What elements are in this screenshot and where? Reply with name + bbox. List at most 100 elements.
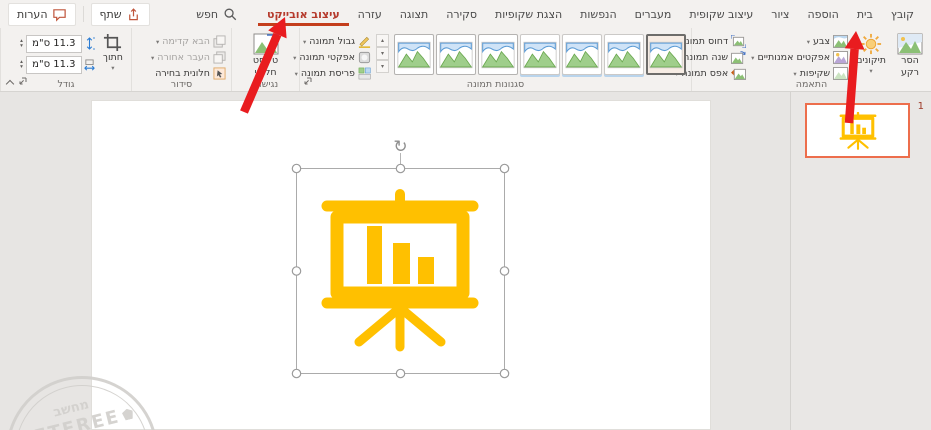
artistic-effects-label: אפקטים אמנותיים <box>757 52 831 63</box>
landscape-style-icon <box>565 41 599 68</box>
search-label: חפש <box>196 7 219 21</box>
width-field: ▴ ▾ <box>19 55 95 74</box>
picture-style-simple-frame[interactable] <box>646 34 686 75</box>
send-backward-icon <box>213 51 226 64</box>
landscape-style-icon <box>481 41 515 68</box>
picture-effects-icon <box>358 51 371 64</box>
picture-border-icon <box>358 36 371 48</box>
tab-view[interactable]: תצוגה <box>391 2 437 26</box>
tab-insert[interactable]: הוספה <box>798 2 847 26</box>
remove-background-label-1: הסר <box>901 55 919 66</box>
slide-thumbnail[interactable] <box>805 103 910 158</box>
corrections-label: תיקונים <box>856 55 886 66</box>
change-picture-icon <box>731 51 746 64</box>
gallery-down-button[interactable]: ▾ <box>376 47 389 60</box>
tab-animations[interactable]: הנפשות <box>571 2 625 26</box>
alt-text-button[interactable]: טקסט חלופי <box>250 31 282 81</box>
send-backward-label: העבר אחורה <box>157 52 210 63</box>
gallery-up-button[interactable]: ▴ <box>376 34 389 47</box>
caret-icon: ▾ <box>793 69 797 78</box>
bring-forward-button[interactable]: הבא קדימה ▾ <box>151 35 226 48</box>
height-input[interactable] <box>25 34 82 53</box>
artistic-effects-icon <box>833 51 848 64</box>
picture-style-frame-white[interactable] <box>436 34 476 75</box>
gallery-scroll: ▴ ▾ ▾ <box>376 31 389 73</box>
caret-icon: ▾ <box>150 53 155 62</box>
picture-styles-dialog-launcher[interactable] <box>304 70 312 89</box>
bring-forward-icon <box>213 35 226 48</box>
group-label-adjust: התאמה <box>795 79 828 90</box>
group-picture-styles: ▴ ▾ ▾ גבול תמונה ▾ אפקטי תמונה ▾ פריסת ת… <box>293 28 691 91</box>
size-dialog-launcher[interactable] <box>19 70 27 89</box>
search-box[interactable]: חפש <box>196 7 238 22</box>
width-input[interactable] <box>25 55 82 74</box>
more-icon: ▾ <box>381 63 385 70</box>
comment-icon <box>52 8 66 22</box>
tab-file[interactable]: קובץ <box>882 2 923 26</box>
alt-text-label-1: טקסט <box>252 55 279 66</box>
picture-styles-gallery <box>394 31 686 75</box>
tab-review[interactable]: סקירה <box>437 2 486 26</box>
tab-picture-format[interactable]: עיצוב אובייקט <box>258 2 349 26</box>
picture-border-label: גבול תמונה <box>309 36 355 47</box>
height-spinner[interactable]: ▴ ▾ <box>19 39 24 48</box>
landscape-style-icon <box>607 41 641 68</box>
quick-actions: שתף הערות <box>8 2 150 26</box>
share-button[interactable]: שתף <box>90 2 150 26</box>
dialog-launcher-icon <box>19 77 27 85</box>
tab-slide-show[interactable]: הצגת שקופיות <box>486 2 571 26</box>
group-label-picture-styles: סגנונות תמונה <box>466 79 525 90</box>
dialog-launcher-icon <box>304 77 312 85</box>
artistic-effects-button[interactable]: אפקטים אמנותיים ▾ <box>751 51 848 64</box>
caret-icon: ▾ <box>869 66 873 75</box>
picture-effects-label: אפקטי תמונה <box>299 52 355 63</box>
color-button[interactable]: צבע ▾ <box>751 35 848 48</box>
tab-slide-design[interactable]: עיצוב שקופית <box>680 2 762 26</box>
landscape-style-icon <box>649 41 683 68</box>
group-adjust: הסר רקע תיקונים ▾ צבע ▾ אפקטים אמנותיים … <box>675 28 931 91</box>
landscape-style-icon <box>523 41 557 68</box>
send-backward-button[interactable]: העבר אחורה ▾ <box>151 51 226 64</box>
width-spinner[interactable]: ▴ ▾ <box>19 60 24 69</box>
compress-pictures-icon <box>731 35 747 48</box>
search-icon <box>224 8 237 20</box>
comments-button[interactable]: הערות <box>8 2 76 26</box>
tab-draw[interactable]: ציור <box>762 2 798 26</box>
caret-icon: ▾ <box>303 37 307 46</box>
color-label: צבע <box>812 36 831 47</box>
remove-background-button[interactable]: הסר רקע <box>894 31 926 81</box>
picture-style-shadow-bottom[interactable] <box>520 34 560 75</box>
arrange-buttons: הבא קדימה ▾ העבר אחורה ▾ חלונית בחירה <box>151 31 226 80</box>
tab-transitions[interactable]: מעברים <box>626 2 681 26</box>
editor-canvas[interactable] <box>0 92 790 430</box>
collapse-ribbon-button[interactable] <box>7 79 14 86</box>
caret-icon: ▾ <box>111 63 115 72</box>
up-icon: ▴ <box>381 37 385 44</box>
tab-home[interactable]: בית <box>848 2 882 26</box>
landscape-style-icon <box>397 41 431 68</box>
gallery-more-button[interactable]: ▾ <box>376 60 389 73</box>
picture-icon <box>833 35 848 48</box>
shape-height-icon <box>86 37 95 50</box>
caret-icon: ▾ <box>751 53 755 62</box>
group-accessibility: טקסט חלופי נגישות <box>231 28 299 91</box>
spinner-down-icon: ▾ <box>20 42 23 49</box>
crop-button[interactable]: חתוך ▾ <box>100 31 126 74</box>
picture-style-soft-edge-top[interactable] <box>604 34 644 75</box>
picture-style-soft-edge-both[interactable] <box>562 34 602 75</box>
share-label: שתף <box>99 7 122 21</box>
picture-border-button[interactable]: גבול תמונה ▾ <box>293 35 371 48</box>
picture-style-frame-thin[interactable] <box>394 34 434 75</box>
size-fields: ▴ ▾ ▴ ▾ <box>19 31 95 74</box>
tab-help[interactable]: עזרה <box>349 2 391 26</box>
height-field: ▴ ▾ <box>19 34 95 53</box>
slide[interactable] <box>91 100 711 430</box>
picture-effects-button[interactable]: אפקטי תמונה ▾ <box>293 51 371 64</box>
group-label-accessibility: נגישות <box>252 79 279 90</box>
comments-label: הערות <box>17 7 48 21</box>
slides-panel[interactable]: 1 <box>790 92 931 430</box>
corrections-button[interactable]: תיקונים ▾ <box>853 31 889 77</box>
picture-style-frame-light[interactable] <box>478 34 518 75</box>
divider <box>82 6 84 22</box>
alt-text-label-2: חלופי <box>254 66 277 78</box>
